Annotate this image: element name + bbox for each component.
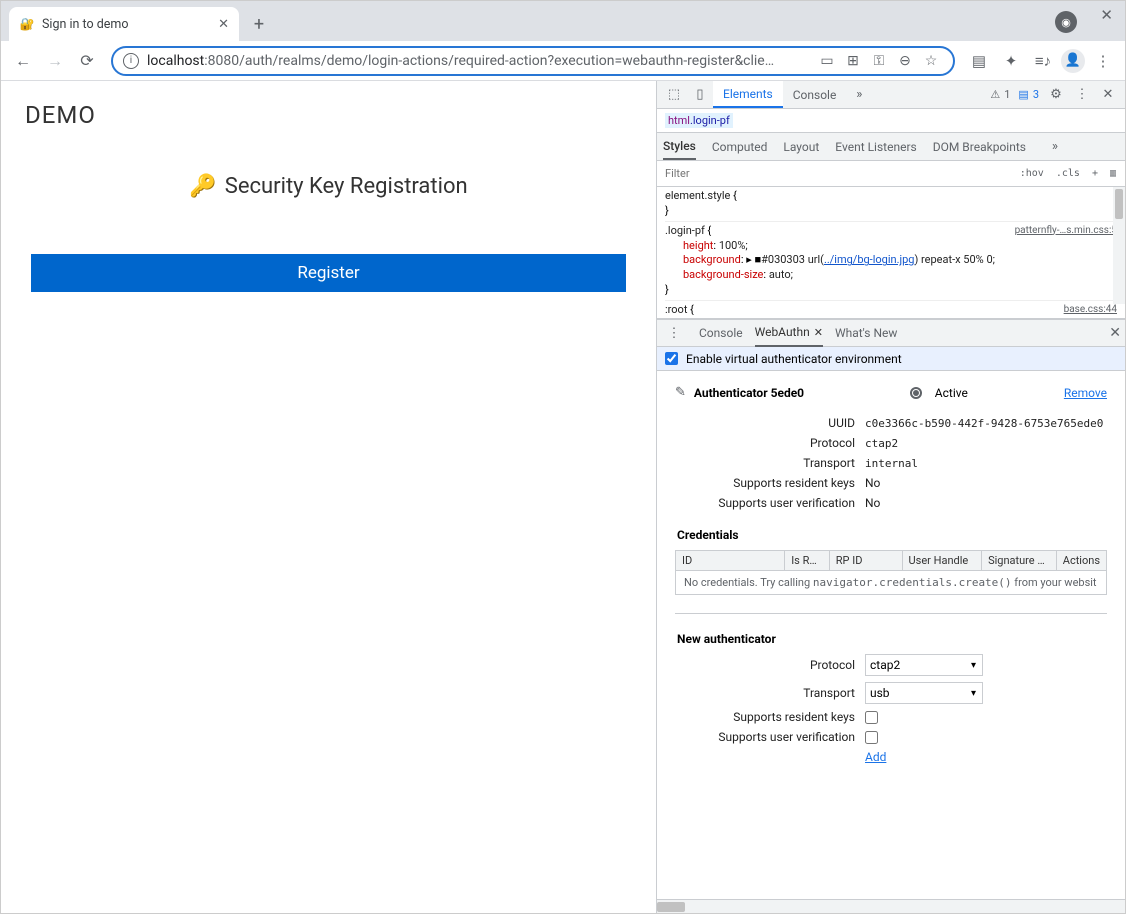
subtab-layout[interactable]: Layout (783, 133, 819, 160)
register-button[interactable]: Register (31, 254, 626, 292)
reload-button[interactable]: ⟳ (73, 47, 101, 75)
window-close-icon[interactable]: ✕ (1100, 6, 1113, 24)
hov-toggle[interactable]: :hov (1017, 168, 1047, 179)
key-icon: 🔑 (189, 174, 216, 199)
warnings-badge[interactable]: ⚠1 (986, 88, 1014, 101)
authenticator-name: Authenticator 5ede0 (694, 386, 902, 400)
device-toggle-icon[interactable]: ▯ (687, 87, 713, 102)
key-icon[interactable]: ⚿ (867, 49, 891, 73)
credentials-empty: No credentials. Try calling navigator.cr… (676, 571, 1107, 595)
protocol-select[interactable]: ctap2 (865, 654, 983, 676)
credentials-table: ID Is R… RP ID User Handle Signature … A… (675, 550, 1107, 595)
subtab-dom[interactable]: DOM Breakpoints (933, 133, 1026, 160)
devtools-h-scrollbar[interactable] (657, 899, 1125, 913)
add-authenticator-link[interactable]: Add (865, 750, 886, 764)
drawer-tab-webauthn[interactable]: WebAuthn ✕ (755, 320, 823, 347)
playlist-icon[interactable]: ≡♪ (1029, 47, 1057, 75)
edit-icon[interactable]: ✎ (675, 385, 686, 400)
active-radio[interactable] (910, 387, 922, 399)
user-verif-value: No (865, 496, 880, 510)
source-link[interactable]: base.css:44 (1064, 303, 1117, 317)
transport-value: internal (865, 457, 918, 470)
styles-scrollbar[interactable] (1113, 187, 1125, 304)
browser-window: 🔐 Sign in to demo ✕ + ◉ ✕ ← → ⟳ i localh… (1, 1, 1125, 913)
zoom-icon[interactable]: ⊖ (893, 49, 917, 73)
extensions-icon[interactable]: ✦ (997, 47, 1025, 75)
inspect-icon[interactable]: ⬚ (661, 87, 687, 102)
back-button[interactable]: ← (9, 47, 37, 75)
screen-icon[interactable]: ▭ (815, 49, 839, 73)
protocol-value: ctap2 (865, 437, 898, 450)
browser-tab[interactable]: 🔐 Sign in to demo ✕ (9, 7, 239, 41)
remove-link[interactable]: Remove (1064, 386, 1107, 400)
drawer-close-icon[interactable]: ✕ (1109, 325, 1121, 341)
panel-layout-icon[interactable]: ▥ (1107, 168, 1119, 179)
address-bar: ← → ⟳ i localhost:8080/auth/realms/demo/… (1, 41, 1125, 81)
tab-console[interactable]: Console (783, 81, 847, 108)
devtools-close-icon[interactable]: ✕ (1095, 87, 1121, 102)
drawer-tab-console[interactable]: Console (699, 320, 743, 347)
page-heading: 🔑 Security Key Registration (25, 174, 632, 199)
drawer-tab-whatsnew[interactable]: What's New (835, 320, 897, 347)
transport-select[interactable]: usb (865, 682, 983, 704)
virtual-env-toggle-row: Enable virtual authenticator environment (657, 347, 1125, 371)
page-content: DEMO 🔑 Security Key Registration Registe… (1, 81, 656, 913)
bookmark-icon[interactable]: ☆ (919, 49, 943, 73)
forward-button: → (41, 47, 69, 75)
uuid-value: c0e3366c-b590-442f-9428-6753e765ede0 (865, 417, 1103, 430)
new-tab-button[interactable]: + (245, 10, 273, 38)
reader-icon[interactable]: ▤ (965, 47, 993, 75)
webauthn-pane: Enable virtual authenticator environment… (657, 347, 1125, 899)
tab-elements[interactable]: Elements (713, 81, 783, 108)
new-auth-title: New authenticator (677, 632, 1107, 646)
devtools-menu-icon[interactable]: ⋮ (1069, 87, 1095, 102)
resident-keys-checkbox[interactable] (865, 711, 878, 724)
bg-url-link[interactable]: ../img/bg-login.jpg (824, 253, 915, 266)
subtab-computed[interactable]: Computed (712, 133, 768, 160)
messages-badge[interactable]: ▤3 (1014, 88, 1043, 101)
subtab-events[interactable]: Event Listeners (835, 133, 916, 160)
source-link[interactable]: patternfly-…s.min.css:5 (1015, 224, 1117, 238)
tab-title: Sign in to demo (42, 17, 211, 32)
omnibox[interactable]: i localhost:8080/auth/realms/demo/login-… (111, 46, 955, 76)
url-text: localhost:8080/auth/realms/demo/login-ac… (147, 53, 807, 69)
cls-toggle[interactable]: .cls (1053, 168, 1083, 179)
settings-icon[interactable]: ⚙ (1043, 87, 1069, 102)
devtools-tabstrip: ⬚ ▯ Elements Console » ⚠1 ▤3 ⚙ ⋮ ✕ (657, 81, 1125, 109)
qr-icon[interactable]: ⊞ (841, 49, 865, 73)
virtual-env-label: Enable virtual authenticator environment (686, 352, 902, 366)
drawer-tabstrip: ⋮ Console WebAuthn ✕ What's New ✕ (657, 319, 1125, 347)
styles-pane[interactable]: element.style {} patternfly-…s.min.css:5… (657, 187, 1125, 319)
styles-filter-bar: :hov .cls + ▥ (657, 161, 1125, 187)
dom-breadcrumb[interactable]: html.login-pf (657, 109, 1125, 133)
credentials-title: Credentials (677, 528, 1107, 542)
virtual-env-checkbox[interactable] (665, 352, 678, 365)
styles-filter-input[interactable] (663, 165, 1011, 182)
tab-favicon-icon: 🔐 (19, 16, 35, 32)
active-label: Active (935, 386, 968, 400)
profile-icon[interactable]: ◉ (1055, 11, 1077, 33)
tab-close-icon[interactable]: ✕ (218, 17, 229, 32)
realm-title: DEMO (25, 101, 632, 129)
drawer-menu-icon[interactable]: ⋮ (661, 326, 687, 341)
resident-keys-value: No (865, 476, 880, 490)
tab-strip: 🔐 Sign in to demo ✕ + ◉ ✕ (1, 1, 1125, 41)
new-rule-icon[interactable]: + (1089, 168, 1101, 179)
user-verif-checkbox[interactable] (865, 731, 878, 744)
subtab-styles[interactable]: Styles (663, 133, 696, 160)
subtabs-overflow-icon[interactable]: » (1042, 139, 1068, 154)
styles-tabstrip: Styles Computed Layout Event Listeners D… (657, 133, 1125, 161)
menu-icon[interactable]: ⋮ (1089, 47, 1117, 75)
tabs-overflow-icon[interactable]: » (846, 87, 872, 102)
site-info-icon[interactable]: i (123, 53, 139, 69)
devtools-panel: ⬚ ▯ Elements Console » ⚠1 ▤3 ⚙ ⋮ ✕ html.… (656, 81, 1125, 913)
user-avatar[interactable]: 👤 (1061, 49, 1085, 73)
